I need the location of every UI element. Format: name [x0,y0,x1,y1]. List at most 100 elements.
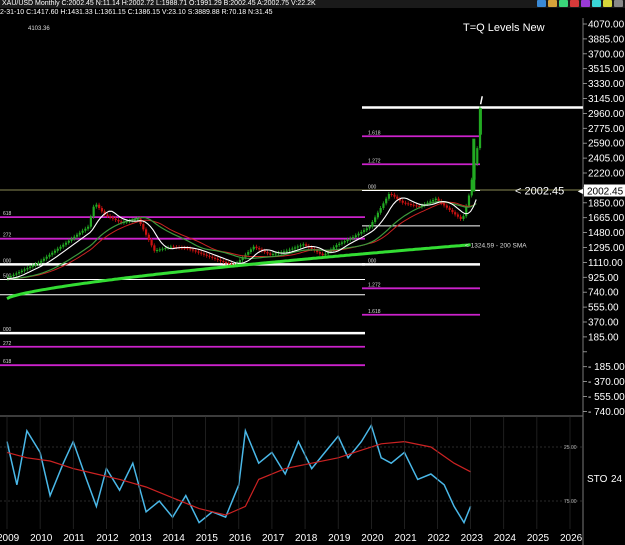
candle-body [407,203,410,205]
candle-body [164,248,167,250]
candle-body [294,247,297,249]
level-label: 272 [3,341,12,347]
candle-body [15,273,18,275]
y-tick-label: 1850.00 [588,198,625,209]
mid-ma-line [7,200,477,280]
candle-body [87,226,90,229]
candle-body [191,249,195,251]
candle-body [40,260,43,263]
y-tick-label: 740.00 [588,288,619,299]
candle-body [376,212,380,218]
candle-body [89,216,92,227]
x-tick-label: 2024 [494,533,517,544]
candle-body [78,232,81,235]
candle-body [357,233,360,236]
candle-body [354,235,357,238]
candle-body [332,247,335,250]
candle-body [343,241,346,243]
y-tick-label: 1480.00 [588,228,625,239]
current-price-label: < 2002.45 [515,185,564,197]
candle-body [56,248,59,251]
candle-body [106,214,109,217]
x-tick-label: 2017 [262,533,285,544]
candle-body [409,204,413,206]
candle-body [197,251,200,253]
candle-body [42,258,46,261]
candle-body [73,236,76,239]
y-tick-label: - 740.00 [588,407,625,418]
candle-body [249,249,253,253]
candle-body [363,230,366,232]
stoch-axis-value: 24 [611,474,623,485]
x-tick-label: 2013 [129,533,152,544]
x-tick-label: 2018 [295,533,318,544]
y-tick-label: 185.00 [588,332,619,343]
breakout-candle [478,108,482,135]
x-tick-label: 2011 [63,533,85,544]
sma-200-line [6,243,471,301]
candle-body [67,240,70,243]
x-tick-label: 2014 [163,533,186,544]
x-tick-label: 2009 [0,533,20,544]
level-label: 000 [3,258,12,264]
level-label: 000 [3,327,12,333]
x-tick-label: 2025 [527,533,550,544]
candle-body [263,250,266,253]
y-tick-label: - 370.00 [588,377,625,388]
candle-body [81,230,84,233]
candle-body [109,216,112,218]
candle-body [51,252,54,255]
y-tick-label: 370.00 [588,318,619,329]
candle-body [247,252,250,255]
breakout-candle [472,138,476,192]
candle-body [316,250,319,253]
candle-body [255,246,258,249]
candle-body [448,207,451,210]
x-tick-label: 2012 [96,533,119,544]
candle-body [412,204,415,206]
candle-body [202,253,206,255]
candle-body [95,204,98,207]
candle-body [404,202,407,204]
candle-body [194,250,197,252]
candle-body [324,253,327,256]
price-chart[interactable]: 1.6181.2720000001.2721.61861827200050000… [0,0,625,545]
candle-body [153,245,156,251]
level-label: 000 [368,184,377,190]
stoch-level-label: 25.00 [564,445,577,451]
candle-body [274,253,277,255]
fib-levels-layer: 1.6181.2720000001.2721.61861827200050000… [0,106,583,367]
candle-body [29,266,32,269]
candle-body [346,239,349,242]
candle-body [142,224,145,230]
candle-body [200,252,203,254]
y-tick-label: 555.00 [588,303,619,314]
candle-body [227,263,230,265]
candle-body [208,255,211,257]
candle-body [156,250,159,252]
level-label: 272 [3,233,12,239]
level-label: 618 [3,359,12,365]
current-price-arrow-text: ◄ [576,186,585,196]
candle-body [318,252,322,254]
candle-body [31,265,35,267]
candle-body [147,234,150,241]
candle-body [34,264,37,266]
candle-body [37,262,40,265]
level-label: 1.618 [368,130,381,136]
level-label: 1.618 [368,309,381,315]
level-label: 618 [3,211,12,217]
candle-body [158,249,161,251]
candle-body [349,238,352,240]
candle-body [26,268,29,270]
red-ma-line [7,201,477,280]
candle-body [225,261,228,264]
candle-body [434,198,437,201]
candle-body [305,244,308,246]
candle-body [114,218,117,221]
y-tick-label: 2960.00 [588,109,625,120]
candle-body [385,198,388,204]
candle-body [59,246,62,249]
candle-body [321,253,324,256]
x-tick-label: 2020 [361,533,384,544]
